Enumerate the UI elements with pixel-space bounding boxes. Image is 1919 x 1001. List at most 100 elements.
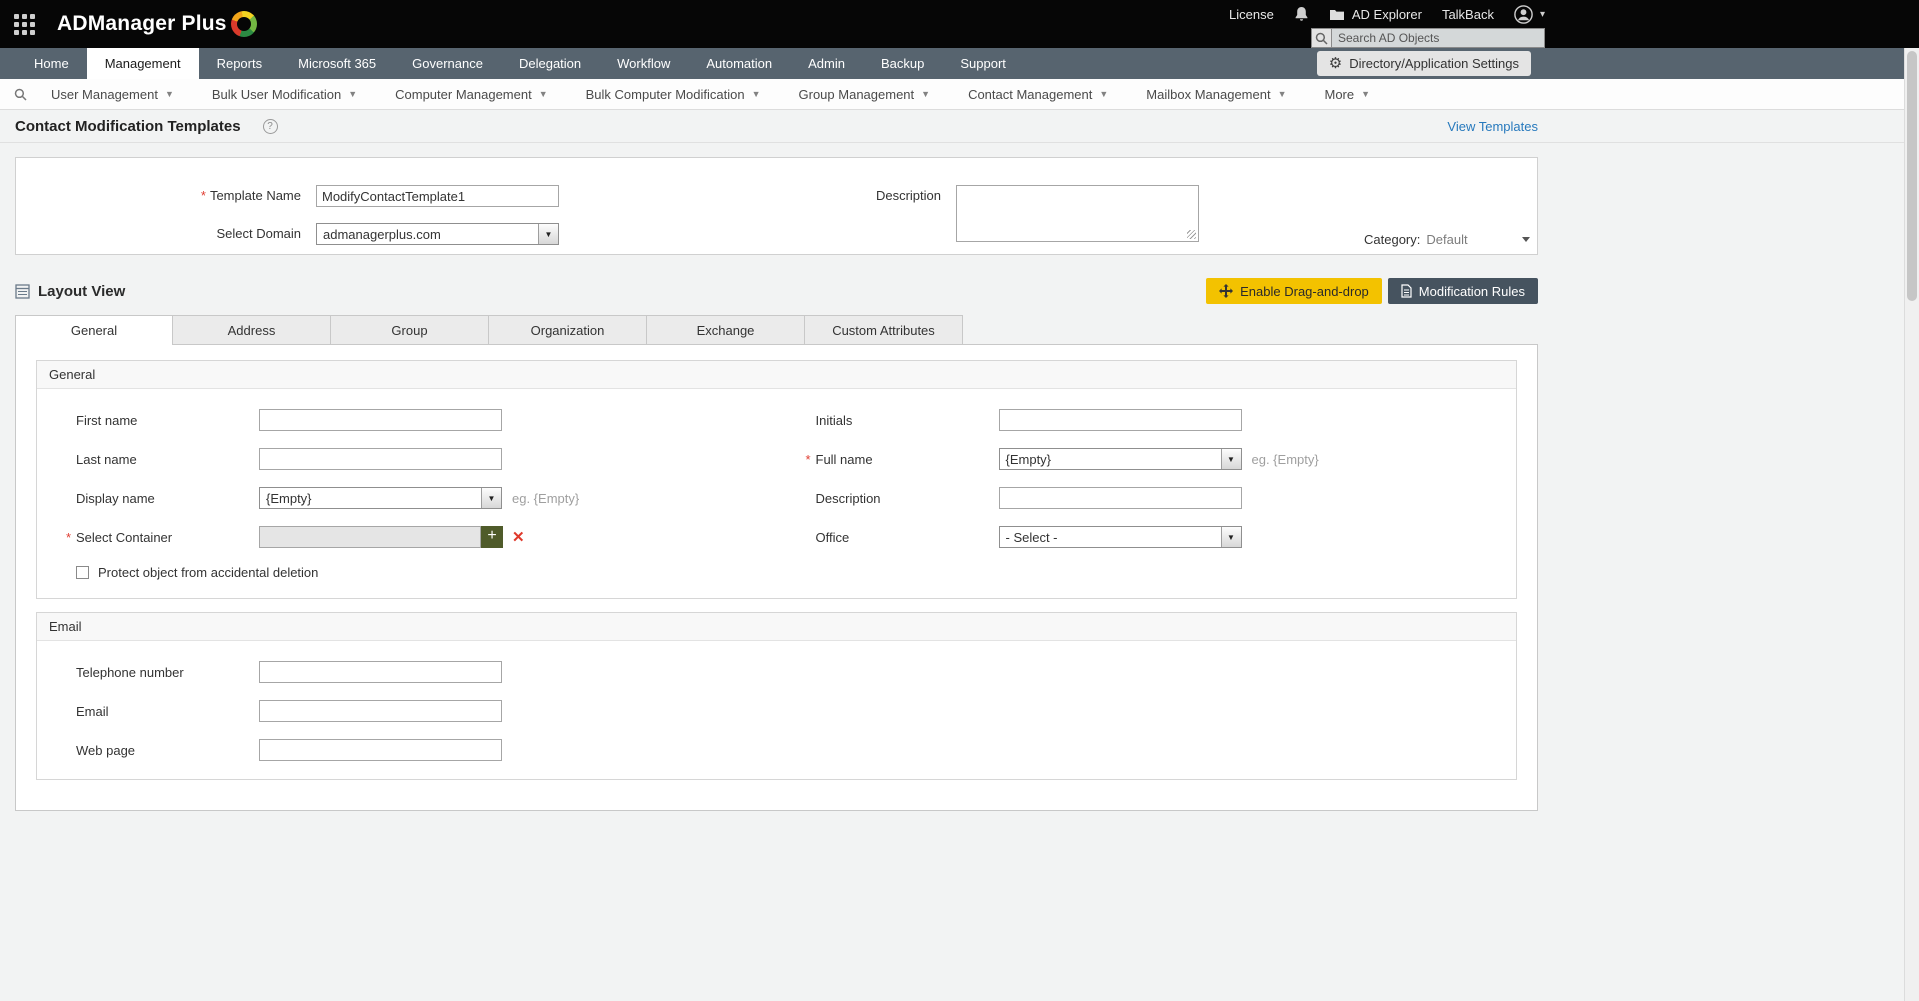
telephone-number-input[interactable] [259,661,502,683]
layout-panel: General First name Initials Last name [15,345,1538,811]
talkback-link[interactable]: TalkBack [1442,7,1494,22]
tab-custom-attributes[interactable]: Custom Attributes [805,315,963,344]
nav-tab-automation[interactable]: Automation [688,48,790,79]
submenu-item-mailbox-management[interactable]: Mailbox Management▼ [1127,87,1305,102]
nav-tab-support[interactable]: Support [942,48,1024,79]
license-link[interactable]: License [1229,7,1274,22]
category-label: Category: [1364,232,1420,247]
tab-organization[interactable]: Organization [489,315,647,344]
tab-general[interactable]: General [15,315,173,345]
submenu-item-bulk-computer-modification[interactable]: Bulk Computer Modification▼ [567,87,780,102]
telephone-number-label: Telephone number [37,665,259,680]
modification-rules-button[interactable]: Modification Rules [1388,278,1538,304]
nav-tab-admin[interactable]: Admin [790,48,863,79]
chevron-down-icon[interactable] [1522,237,1530,242]
first-name-label: First name [37,413,259,428]
protect-object-checkbox[interactable] [76,566,89,579]
content-area: *Template Name Select Domain admanagerpl… [15,157,1538,811]
web-page-input[interactable] [259,739,502,761]
protect-object-label: Protect object from accidental deletion [98,565,318,580]
last-name-input[interactable] [259,448,502,470]
user-avatar-icon[interactable]: ▾ [1514,5,1545,24]
submenu-search-icon[interactable] [8,88,32,101]
email-group-header: Email [37,613,1516,641]
full-name-label: *Full name [777,452,999,467]
full-name-select[interactable]: {Empty} ▼ [999,448,1242,470]
nav-tab-backup[interactable]: Backup [863,48,942,79]
nav-tab-microsoft-365[interactable]: Microsoft 365 [280,48,394,79]
chevron-down-icon: ▼ [165,89,174,99]
layout-view-row: Layout View Enable Drag-and-drop Modific… [15,277,1538,305]
nav-tab-reports[interactable]: Reports [199,48,281,79]
template-name-input[interactable] [316,185,559,207]
nav-tab-workflow[interactable]: Workflow [599,48,688,79]
template-form-card: *Template Name Select Domain admanagerpl… [15,157,1538,255]
view-templates-link[interactable]: View Templates [1447,119,1538,134]
chevron-down-icon: ▼ [538,224,558,244]
management-submenu: User Management▼ Bulk User Modification▼… [0,79,1919,110]
clear-container-icon[interactable]: ✕ [512,528,525,546]
apps-grid-icon[interactable] [14,14,35,35]
layout-view-title: Layout View [38,283,125,300]
description-label: Description [671,185,941,207]
enable-drag-and-drop-button[interactable]: Enable Drag-and-drop [1206,278,1382,304]
brand-swirl-icon [231,11,257,37]
nav-tab-home[interactable]: Home [16,48,87,79]
first-name-input[interactable] [259,409,502,431]
search-ad-objects-input[interactable] [1332,28,1545,48]
gear-icon: ⚙ [1329,56,1342,71]
directory-application-settings-button[interactable]: ⚙ Directory/Application Settings [1317,51,1531,76]
nav-tab-delegation[interactable]: Delegation [501,48,599,79]
web-page-label: Web page [37,743,259,758]
description-input[interactable] [999,487,1242,509]
select-domain-label: Select Domain [16,223,301,245]
display-name-select[interactable]: {Empty} ▼ [259,487,502,509]
topbar-right: License AD Explorer TalkBack ▾ [1229,4,1545,48]
submenu-item-computer-management[interactable]: Computer Management▼ [376,87,567,102]
add-container-button[interactable]: + [481,526,503,548]
ad-objects-search [1311,28,1545,48]
tab-exchange[interactable]: Exchange [647,315,805,344]
search-icon[interactable] [1311,28,1332,48]
last-name-label: Last name [37,452,259,467]
tab-address[interactable]: Address [173,315,331,344]
select-domain-dropdown[interactable]: admanagerplus.com ▼ [316,223,559,245]
ad-explorer-link[interactable]: AD Explorer [1329,7,1422,22]
scrollbar-thumb[interactable] [1907,51,1917,301]
nav-tab-governance[interactable]: Governance [394,48,501,79]
vertical-scrollbar [1904,48,1919,1001]
email-group: Email Telephone number Email We [36,612,1517,780]
chevron-down-icon: ▼ [921,89,930,99]
description-textarea[interactable] [956,185,1199,242]
submenu-item-bulk-user-modification[interactable]: Bulk User Modification▼ [193,87,376,102]
brand-logo: ADManager Plus [57,11,257,37]
user-menu-caret-icon: ▾ [1540,9,1545,20]
chevron-down-icon: ▼ [539,89,548,99]
select-container-label: *Select Container [37,530,259,545]
category-value: Default [1426,232,1467,247]
resize-grip-icon[interactable] [1187,230,1196,239]
select-container-input[interactable] [259,526,481,548]
page-header: Contact Modification Templates ? View Te… [0,110,1919,143]
submenu-item-group-management[interactable]: Group Management▼ [780,87,950,102]
required-asterisk: * [201,188,206,203]
move-icon [1219,284,1233,298]
nav-tab-management[interactable]: Management [87,48,199,79]
display-name-hint: eg. {Empty} [512,491,579,506]
initials-input[interactable] [999,409,1242,431]
submenu-item-user-management[interactable]: User Management▼ [32,87,193,102]
top-bar: ADManager Plus License AD Explorer TalkB… [0,0,1919,48]
office-select[interactable]: - Select - ▼ [999,526,1242,548]
submenu-item-more[interactable]: More▼ [1306,87,1390,102]
ad-explorer-label: AD Explorer [1352,7,1422,22]
notification-bell-icon[interactable] [1294,6,1309,22]
chevron-down-icon: ▼ [348,89,357,99]
category-control[interactable]: Category: Default [1364,232,1530,247]
chevron-down-icon: ▼ [752,89,761,99]
required-asterisk: * [806,452,811,467]
tab-group[interactable]: Group [331,315,489,344]
help-icon[interactable]: ? [263,119,278,134]
email-input[interactable] [259,700,502,722]
submenu-item-contact-management[interactable]: Contact Management▼ [949,87,1127,102]
general-group: General First name Initials Last name [36,360,1517,599]
